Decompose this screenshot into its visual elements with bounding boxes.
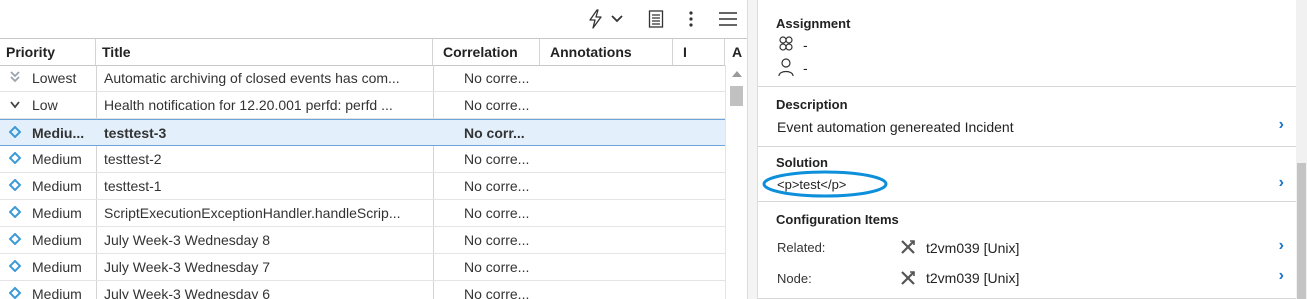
- priority-cell: Low: [32, 97, 58, 113]
- title-cell: ScriptExecutionExceptionHandler.handleSc…: [104, 205, 401, 221]
- double-chevron-down-icon: [7, 65, 23, 91]
- priority-cell: Lowest: [32, 70, 77, 86]
- chevron-down-icon[interactable]: [608, 6, 626, 32]
- user-icon: [778, 58, 794, 77]
- priority-cell: Medium: [32, 259, 82, 275]
- title-cell: July Week-3 Wednesday 8: [104, 232, 271, 248]
- diamond-icon: [7, 120, 23, 146]
- diamond-icon: [7, 146, 23, 172]
- node-label: Node:: [777, 271, 812, 286]
- chevron-right-icon[interactable]: ›: [1279, 237, 1284, 255]
- vertical-scrollbar[interactable]: [725, 65, 747, 299]
- scrollbar-thumb[interactable]: [730, 86, 743, 106]
- solution-title: Solution: [776, 155, 828, 170]
- hamburger-menu-icon[interactable]: [716, 6, 740, 32]
- grid-toolbar: [0, 0, 747, 39]
- event-list-pane: Priority Title Correlation Annotations I…: [0, 0, 747, 299]
- grid-header: Priority Title Correlation Annotations I…: [0, 39, 747, 66]
- solution-value: <p>test</p>: [777, 177, 847, 192]
- column-header-correlation[interactable]: Correlation: [433, 39, 540, 65]
- chevron-right-icon[interactable]: ›: [1279, 174, 1284, 192]
- diamond-icon: [7, 227, 23, 253]
- table-row[interactable]: Lowest Automatic archiving of closed even…: [0, 65, 725, 92]
- title-cell: testtest-1: [104, 178, 162, 194]
- diamond-icon: [7, 281, 23, 299]
- table-row[interactable]: Low Health notification for 12.20.001 per…: [0, 92, 725, 119]
- column-header-annotations[interactable]: Annotations: [540, 39, 673, 65]
- scroll-up-arrow-icon[interactable]: [732, 71, 742, 77]
- assignment-title: Assignment: [776, 16, 851, 31]
- chevron-right-icon[interactable]: ›: [1279, 116, 1284, 134]
- user-group-icon: [779, 36, 793, 51]
- priority-cell: Medium: [32, 178, 82, 194]
- assignment-section: Assignment - -: [758, 0, 1296, 87]
- description-title: Description: [776, 97, 848, 112]
- ci-unix-icon: [901, 240, 915, 254]
- correlation-cell: No corre...: [464, 178, 530, 194]
- assignment-user-value: -: [803, 60, 808, 76]
- priority-cell: Medium: [32, 232, 82, 248]
- title-cell: Automatic archiving of closed events has…: [104, 70, 400, 86]
- column-header-i[interactable]: I: [673, 39, 725, 65]
- table-row[interactable]: Mediu... testtest-3 No corr...: [0, 119, 725, 146]
- details-scrollbar[interactable]: [1296, 0, 1307, 299]
- assignment-group-value: -: [803, 37, 808, 53]
- priority-cell: Medium: [32, 151, 82, 167]
- correlation-cell: No corre...: [464, 205, 530, 221]
- title-cell: July Week-3 Wednesday 7: [104, 259, 271, 275]
- correlation-cell: No corr...: [464, 125, 525, 141]
- column-header-priority[interactable]: Priority: [0, 39, 96, 65]
- table-row[interactable]: Medium July Week-3 Wednesday 7 No corre...: [0, 254, 725, 281]
- details-scrollbar-thumb[interactable]: [1297, 163, 1306, 299]
- chevron-down-icon: [7, 92, 23, 118]
- title-cell: July Week-3 Wednesday 6: [104, 286, 271, 299]
- table-row[interactable]: Medium testtest-2 No corre...: [0, 146, 725, 173]
- related-label: Related:: [777, 240, 826, 255]
- table-row[interactable]: Medium July Week-3 Wednesday 8 No corre...: [0, 227, 725, 254]
- diamond-icon: [7, 200, 23, 226]
- title-cell: testtest-3: [104, 125, 167, 141]
- related-ci-link[interactable]: t2vm039 [Unix]: [926, 240, 1019, 256]
- ci-unix-icon: [901, 271, 915, 285]
- event-details-pane: Assignment - - Description Event automat…: [758, 0, 1307, 299]
- column-header-title[interactable]: Title: [96, 39, 433, 65]
- priority-cell: Mediu...: [32, 125, 85, 141]
- correlation-cell: No corre...: [464, 70, 530, 86]
- configuration-items-title: Configuration Items: [776, 212, 899, 227]
- correlation-cell: No corre...: [464, 151, 530, 167]
- lightning-icon[interactable]: [584, 6, 608, 32]
- kebab-menu-icon[interactable]: [680, 6, 702, 32]
- description-section[interactable]: Description Event automation genereated …: [758, 87, 1296, 147]
- correlation-cell: No corre...: [464, 286, 530, 299]
- title-cell: testtest-2: [104, 151, 162, 167]
- chevron-right-icon[interactable]: ›: [1279, 267, 1284, 285]
- table-row[interactable]: Medium July Week-3 Wednesday 6 No corre...: [0, 281, 725, 299]
- correlation-cell: No corre...: [464, 259, 530, 275]
- diamond-icon: [7, 254, 23, 280]
- node-ci-link[interactable]: t2vm039 [Unix]: [926, 270, 1019, 286]
- column-header-a[interactable]: A: [725, 39, 747, 65]
- pane-splitter[interactable]: [747, 0, 758, 299]
- correlation-cell: No corre...: [464, 232, 530, 248]
- event-rows: Lowest Automatic archiving of closed even…: [0, 65, 725, 299]
- table-row[interactable]: Medium ScriptExecutionExceptionHandler.ha…: [0, 200, 725, 227]
- configuration-items-section: Configuration Items Related: t2vm039 [Un…: [758, 202, 1296, 299]
- table-row[interactable]: Medium testtest-1 No corre...: [0, 173, 725, 200]
- description-value: Event automation genereated Incident: [777, 119, 1014, 135]
- list-details-icon[interactable]: [644, 6, 668, 32]
- diamond-icon: [7, 173, 23, 199]
- priority-cell: Medium: [32, 286, 82, 299]
- solution-section[interactable]: Solution <p>test</p> ›: [758, 147, 1296, 202]
- correlation-cell: No corre...: [464, 97, 530, 113]
- title-cell: Health notification for 12.20.001 perfd:…: [104, 97, 393, 113]
- priority-cell: Medium: [32, 205, 82, 221]
